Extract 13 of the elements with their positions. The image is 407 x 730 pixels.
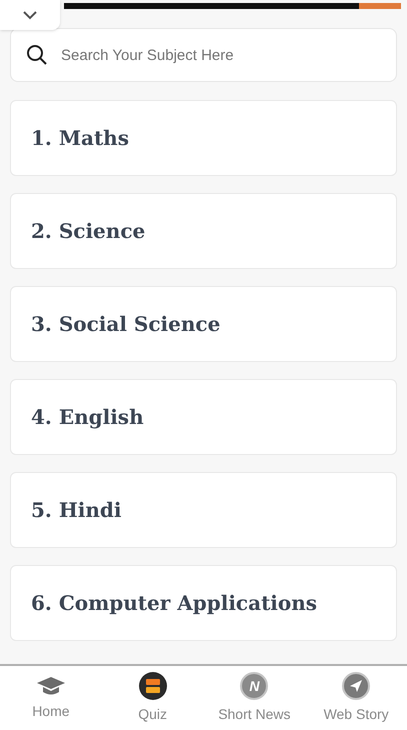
search-field[interactable]: Search Your Subject Here — [10, 28, 397, 82]
subject-card[interactable]: 6. Computer Applications — [10, 565, 397, 641]
subject-card[interactable]: 5. Hindi — [10, 472, 397, 548]
subject-card[interactable]: 1. Maths — [10, 100, 397, 176]
collapse-button[interactable] — [0, 0, 60, 30]
graduation-cap-icon — [36, 674, 66, 696]
news-icon: N — [240, 672, 268, 700]
paper-plane-icon — [342, 672, 370, 700]
quiz-logo-icon — [138, 672, 167, 700]
subject-card[interactable]: 3. Social Science — [10, 286, 397, 362]
subject-card[interactable]: 2. Science — [10, 193, 397, 269]
chevron-down-icon — [22, 10, 38, 20]
subject-card[interactable]: 4. English — [10, 379, 397, 455]
